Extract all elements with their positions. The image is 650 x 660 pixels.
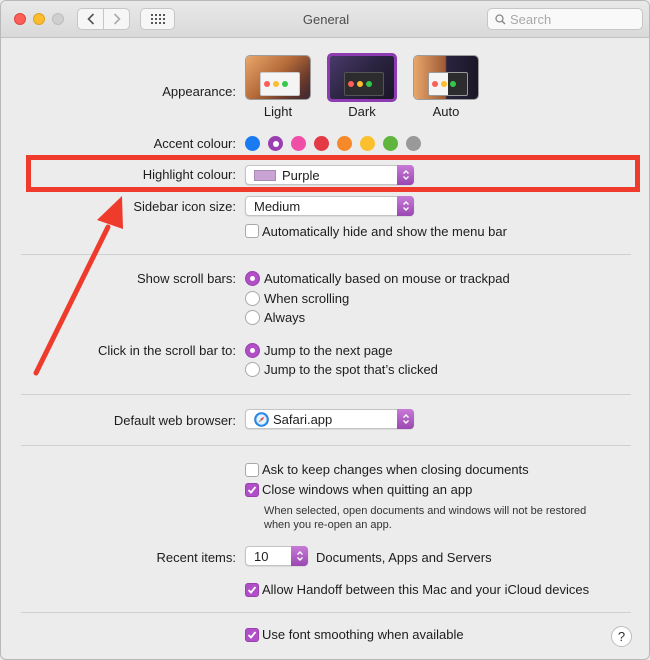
accent-swatch-graphite[interactable] [406, 136, 421, 151]
close-windows-checkbox[interactable] [245, 483, 259, 497]
scroll-auto-label: Automatically based on mouse or trackpad [264, 271, 510, 286]
title-bar: General [1, 1, 649, 38]
click-scroll-label: Click in the scroll bar to: [98, 343, 236, 358]
divider [21, 394, 631, 395]
search-icon [495, 14, 506, 25]
checkmark-icon [247, 631, 257, 639]
appearance-light-label: Light [263, 104, 293, 119]
search-field[interactable] [487, 8, 643, 30]
default-browser-popup[interactable]: Safari.app [245, 409, 414, 429]
recent-items-popup[interactable]: 10 [245, 546, 308, 566]
jump-next-page-radio[interactable] [245, 343, 260, 358]
accent-swatch-pink[interactable] [291, 136, 306, 151]
accent-swatch-orange[interactable] [337, 136, 352, 151]
appearance-auto-label: Auto [432, 104, 460, 119]
appearance-light-thumbnail[interactable] [245, 55, 311, 100]
handoff-label: Allow Handoff between this Mac and your … [262, 582, 590, 597]
safari-icon [254, 412, 269, 427]
accent-colour-label: Accent colour: [153, 136, 236, 151]
popup-arrows-icon [397, 409, 414, 429]
menu-bar-checkbox[interactable] [245, 224, 259, 238]
checkmark-icon [247, 586, 257, 594]
divider [21, 612, 631, 613]
scroll-auto-radio[interactable] [245, 271, 260, 286]
jump-to-spot-label: Jump to the spot that’s clicked [264, 362, 438, 377]
font-smoothing-label: Use font smoothing when available [262, 627, 464, 642]
menu-bar-label: Automatically hide and show the menu bar [262, 224, 507, 239]
jump-next-page-label: Jump to the next page [264, 343, 393, 358]
checkmark-icon [247, 486, 257, 494]
recent-items-value: 10 [254, 549, 269, 564]
sidebar-icon-size-label: Sidebar icon size: [133, 199, 236, 214]
close-windows-note-line-1: When selected, open documents and window… [264, 505, 587, 517]
divider [21, 254, 631, 255]
default-browser-label: Default web browser: [113, 413, 236, 428]
accent-swatch-blue[interactable] [245, 136, 260, 151]
sidebar-icon-size-popup[interactable]: Medium [245, 196, 414, 216]
scroll-when-scrolling-label: When scrolling [264, 291, 350, 306]
popup-arrows-icon [291, 546, 308, 566]
accent-swatch-green[interactable] [383, 136, 398, 151]
popup-arrows-icon [397, 196, 414, 216]
font-smoothing-checkbox[interactable] [245, 628, 259, 642]
accent-swatch-red[interactable] [314, 136, 329, 151]
sidebar-icon-size-value: Medium [254, 199, 301, 214]
close-windows-label: Close windows when quitting an app [262, 482, 473, 497]
divider [21, 445, 631, 446]
search-input[interactable] [510, 11, 638, 27]
close-windows-note-line-2: when you re-open an app. [264, 519, 392, 531]
scroll-when-scrolling-radio[interactable] [245, 291, 260, 306]
appearance-label: Appearance: [162, 84, 236, 99]
accent-swatch-yellow[interactable] [360, 136, 375, 151]
scroll-always-radio[interactable] [245, 310, 260, 325]
scroll-bars-label: Show scroll bars: [137, 271, 236, 286]
help-button[interactable]: ? [611, 626, 632, 647]
default-browser-value: Safari.app [273, 412, 333, 427]
handoff-checkbox[interactable] [245, 583, 259, 597]
scroll-always-label: Always [264, 310, 306, 325]
preferences-window: General Appearance: Light Dark Auto Acce… [0, 0, 650, 660]
recent-items-suffix: Documents, Apps and Servers [316, 550, 492, 565]
annotation-highlight-box [26, 155, 640, 192]
jump-to-spot-radio[interactable] [245, 362, 260, 377]
appearance-dark-thumbnail[interactable] [327, 53, 397, 102]
ask-keep-changes-checkbox[interactable] [245, 463, 259, 477]
ask-keep-changes-label: Ask to keep changes when closing documen… [262, 462, 529, 477]
appearance-dark-label: Dark [348, 104, 376, 119]
appearance-auto-thumbnail[interactable] [413, 55, 479, 100]
accent-swatch-purple[interactable] [268, 136, 283, 151]
recent-items-label: Recent items: [156, 550, 236, 565]
